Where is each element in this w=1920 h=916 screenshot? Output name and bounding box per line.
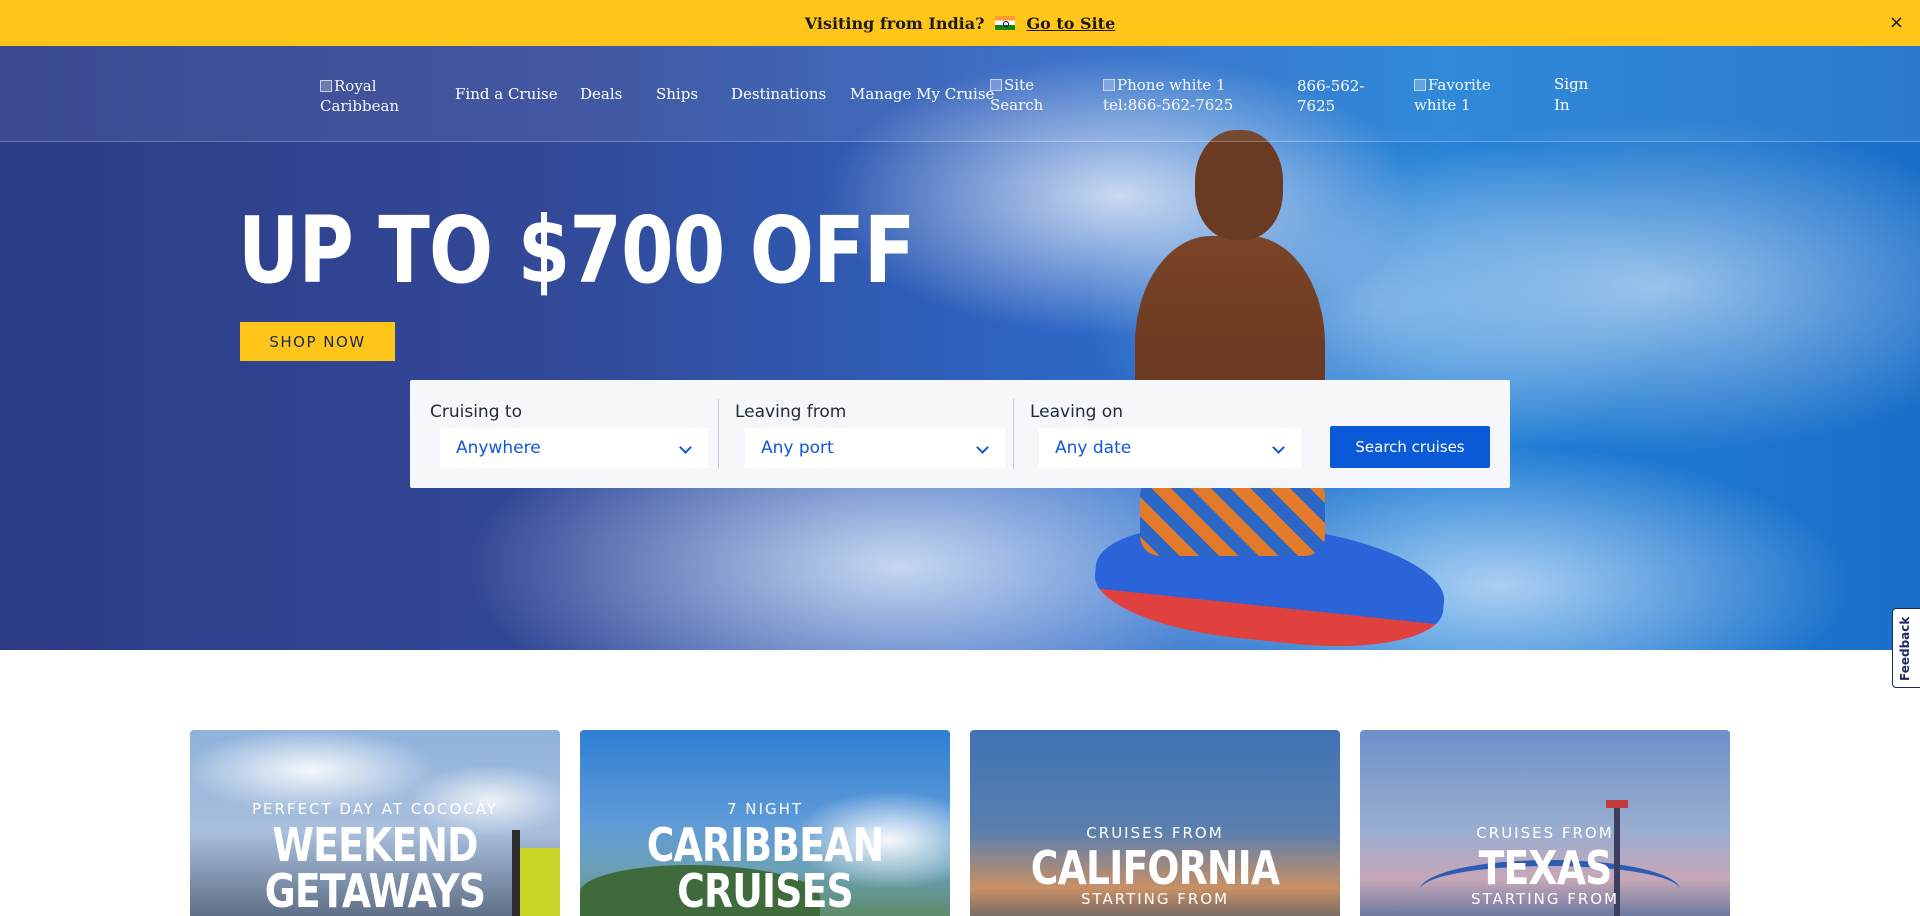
sign-in-link[interactable]: Sign In <box>1554 74 1598 116</box>
promo-card-cruises-from-california[interactable]: CRUISES FROM CALIFORNIA STARTING FROM <box>970 730 1340 916</box>
field-divider <box>718 399 719 469</box>
cruising-to-value: Anywhere <box>456 438 541 458</box>
card-eyebrow: CRUISES FROM <box>1086 824 1224 842</box>
hero-rider-head <box>1195 130 1283 240</box>
phone-number[interactable]: 866-562-7625 <box>1297 76 1367 116</box>
leaving-on-value: Any date <box>1055 438 1132 458</box>
leaving-on-label: Leaving on <box>1030 402 1123 422</box>
hero-rider-shorts <box>1140 476 1325 556</box>
card-title-line: CRUISES <box>677 864 854 916</box>
nav-destinations[interactable]: Destinations <box>731 85 826 103</box>
main-navigation: Royal Caribbean Find a Cruise Deals Ship… <box>0 46 1920 142</box>
card-decor <box>1606 800 1628 808</box>
nav-manage-my-cruise[interactable]: Manage My Cruise <box>850 85 994 103</box>
card-subtitle: STARTING FROM <box>1080 890 1230 908</box>
close-icon[interactable]: × <box>1889 12 1904 33</box>
chevron-down-icon <box>1272 441 1285 454</box>
cruising-to-field: Cruising to Anywhere <box>410 380 715 488</box>
card-title-line: WEEKEND <box>272 818 478 872</box>
site-search-icon[interactable]: Site Search <box>990 75 1070 115</box>
search-cruises-button[interactable]: Search cruises <box>1330 426 1490 468</box>
card-title: CARIBBEAN CRUISES <box>580 822 950 914</box>
promo-card-weekend-getaways[interactable]: PERFECT DAY AT COCOCAY WEEKEND GETAWAYS <box>190 730 560 916</box>
promo-card-cruises-from-texas[interactable]: CRUISES FROM TEXAS STARTING FROM <box>1360 730 1730 916</box>
promo-card-caribbean-cruises[interactable]: 7 NIGHT CARIBBEAN CRUISES <box>580 730 950 916</box>
chevron-down-icon <box>679 441 692 454</box>
card-eyebrow: PERFECT DAY AT COCOCAY <box>251 800 499 818</box>
promo-headline: UP TO $700 OFF <box>238 197 915 304</box>
card-title-line: CARIBBEAN <box>646 818 884 872</box>
leaving-from-value: Any port <box>761 438 834 458</box>
feedback-tab[interactable]: Feedback <box>1892 608 1920 688</box>
card-title: CALIFORNIA <box>970 845 1340 891</box>
phone-icon[interactable]: Phone white 1 tel:866-562-7625 <box>1103 75 1273 115</box>
leaving-from-select[interactable]: Any port <box>745 428 1005 468</box>
shop-now-button[interactable]: SHOP NOW <box>240 322 395 361</box>
broken-image-icon <box>320 80 332 92</box>
card-eyebrow: 7 NIGHT <box>726 800 804 818</box>
favorite-icon[interactable]: Favorite white 1 <box>1414 75 1504 115</box>
nav-ships[interactable]: Ships <box>656 85 698 103</box>
broken-image-icon <box>1103 79 1115 91</box>
card-title: WEEKEND GETAWAYS <box>190 822 560 914</box>
banner-question: Visiting from India? <box>804 13 985 33</box>
phone-alt-text: Phone white 1 tel:866-562-7625 <box>1103 76 1234 114</box>
royal-caribbean-logo[interactable]: Royal Caribbean <box>320 76 410 116</box>
cruising-to-label: Cruising to <box>430 402 522 422</box>
geo-redirect-banner: Visiting from India? Go to Site × <box>0 0 1920 46</box>
card-title-line: GETAWAYS <box>264 864 486 916</box>
cruising-to-select[interactable]: Anywhere <box>440 428 708 468</box>
card-title: TEXAS <box>1360 845 1730 891</box>
nav-deals[interactable]: Deals <box>580 85 622 103</box>
field-divider <box>1013 399 1014 469</box>
chevron-down-icon <box>976 441 989 454</box>
card-title-line: CALIFORNIA <box>1030 841 1280 895</box>
feedback-label: Feedback <box>1898 616 1912 681</box>
cruise-search-panel: Cruising to Anywhere Leaving from Any po… <box>410 380 1510 488</box>
card-subtitle: STARTING FROM <box>1470 890 1620 908</box>
nav-find-a-cruise[interactable]: Find a Cruise <box>455 85 558 103</box>
broken-image-icon <box>1414 79 1426 91</box>
card-title-line: TEXAS <box>1478 841 1613 895</box>
leaving-on-select[interactable]: Any date <box>1039 428 1301 468</box>
go-to-site-link[interactable]: Go to Site <box>1027 14 1116 33</box>
india-flag-icon <box>994 16 1015 30</box>
leaving-from-label: Leaving from <box>735 402 847 422</box>
leaving-from-field: Leaving from Any port <box>720 380 1015 488</box>
leaving-on-field: Leaving on Any date <box>1015 380 1315 488</box>
card-eyebrow: CRUISES FROM <box>1476 824 1614 842</box>
broken-image-icon <box>990 79 1002 91</box>
